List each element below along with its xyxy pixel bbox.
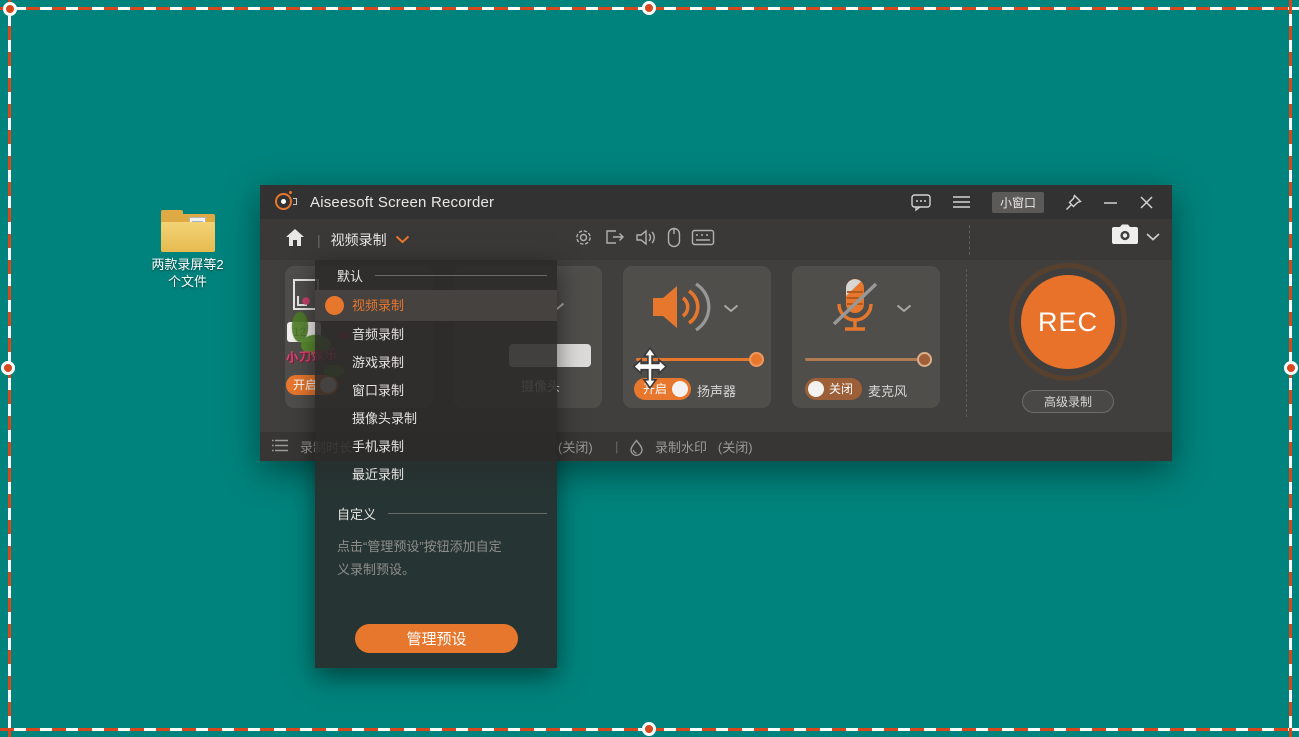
menu-item-window-record[interactable]: 窗口录制 <box>315 377 557 405</box>
menu-section-custom: 自定义 <box>315 498 557 528</box>
advanced-record-button[interactable]: 高级录制 <box>1022 390 1114 413</box>
pin-icon[interactable] <box>1065 194 1082 211</box>
desktop-folder[interactable]: 两款录屏等2 个文件 <box>140 210 235 290</box>
menu-item-game-record[interactable]: 游戏录制 <box>315 349 557 377</box>
menu-item-phone-record[interactable]: 手机录制 <box>315 433 557 461</box>
menu-item-recent-record[interactable]: 最近录制 <box>315 461 557 489</box>
speaker-label: 扬声器 <box>697 381 736 400</box>
watermark-droplet-icon[interactable] <box>628 439 645 459</box>
snapshot-camera-button[interactable] <box>1111 224 1160 250</box>
panel-speaker[interactable]: 开启 扬声器 <box>623 266 771 408</box>
menu-hint-text: 点击“管理预设”按钮添加自定义录制预设。 <box>337 535 513 581</box>
manage-presets-button[interactable]: 管理预设 <box>355 624 518 653</box>
camera-icon <box>1111 224 1139 250</box>
chevron-down-icon[interactable] <box>395 231 410 249</box>
menu-section-default: 默认 <box>315 260 557 290</box>
menu-item-webcam-record[interactable]: 摄像头录制 <box>315 405 557 433</box>
app-logo-icon <box>275 191 297 213</box>
home-icon[interactable] <box>285 228 305 252</box>
selection-handle-bottom-center[interactable] <box>642 722 656 736</box>
selection-handle-right-middle[interactable] <box>1284 361 1298 375</box>
status-separator: | <box>615 439 618 454</box>
rec-button-area: REC <box>1008 262 1128 382</box>
panel-microphone[interactable]: 关闭 麦克风 <box>792 266 940 408</box>
microphone-label: 麦克风 <box>868 381 907 400</box>
speaker-volume-icon[interactable] <box>651 278 713 336</box>
menu-item-video-record[interactable]: 视频录制 <box>315 290 557 321</box>
selection-handle-top-center[interactable] <box>642 1 656 15</box>
selected-dot-icon <box>325 296 344 315</box>
microphone-volume-slider[interactable] <box>805 358 927 361</box>
title-bar[interactable]: Aiseesoft Screen Recorder 小窗口 <box>260 185 1172 219</box>
chevron-down-icon <box>1146 228 1160 246</box>
speaker-volume-slider[interactable] <box>636 358 758 361</box>
keyboard-icon[interactable] <box>691 229 715 251</box>
record-length-state[interactable]: (关闭) <box>558 437 593 456</box>
watermark-label: 录制水印 <box>655 440 707 455</box>
watermark-state: (关闭) <box>718 440 753 455</box>
folder-label: 两款录屏等2 个文件 <box>140 256 235 290</box>
minimize-icon[interactable] <box>1103 195 1118 210</box>
rec-zone-divider <box>966 269 967 417</box>
slider-knob[interactable] <box>749 352 764 367</box>
export-icon[interactable] <box>604 227 625 252</box>
mouse-icon[interactable] <box>667 227 681 253</box>
record-mode-menu: 默认 视频录制 音频录制 游戏录制 窗口录制 摄像头录制 手机录制 最近录制 自… <box>315 260 557 668</box>
slider-knob[interactable] <box>917 352 932 367</box>
toolbar-separator: | <box>317 232 321 248</box>
close-icon[interactable] <box>1139 195 1154 210</box>
rec-button[interactable]: REC <box>1021 275 1115 369</box>
task-list-icon[interactable] <box>271 439 289 455</box>
feedback-icon[interactable] <box>911 194 931 211</box>
gear-icon[interactable] <box>573 227 594 253</box>
record-mode-dropdown[interactable]: 视频录制 <box>331 230 387 250</box>
chevron-down-icon[interactable] <box>723 300 739 318</box>
microphone-muted-icon[interactable] <box>826 278 888 336</box>
window-title: Aiseesoft Screen Recorder <box>310 194 494 211</box>
menu-icon[interactable] <box>952 195 971 209</box>
menu-item-audio-record[interactable]: 音频录制 <box>315 321 557 349</box>
selection-handle-left-middle[interactable] <box>1 361 15 375</box>
small-window-button[interactable]: 小窗口 <box>992 192 1044 213</box>
toolbar-divider <box>969 225 970 255</box>
selection-handle-top-left[interactable] <box>3 2 17 16</box>
speaker-icon[interactable] <box>635 228 657 252</box>
chevron-down-icon[interactable] <box>896 300 912 318</box>
speaker-toggle[interactable]: 开启 <box>634 378 691 400</box>
folder-icon <box>161 210 215 252</box>
microphone-toggle[interactable]: 关闭 <box>805 378 862 400</box>
toolbar: | 视频录制 <box>260 219 1172 260</box>
watermark-item[interactable]: 录制水印 (关闭) <box>655 437 753 456</box>
